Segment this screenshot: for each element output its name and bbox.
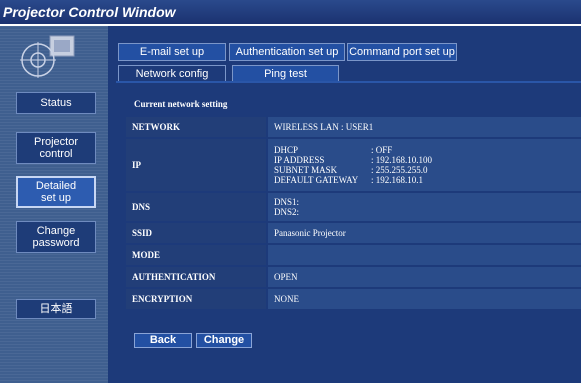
table-row-mode: MODE [126,245,581,265]
change-password-button[interactable]: Change password [16,221,96,253]
dns2-line: DNS2: [274,207,300,217]
japanese-language-button[interactable]: 日本語 [16,299,96,319]
network-value: WIRELESS LAN : USER1 [266,117,581,137]
dns-label: DNS [126,193,266,221]
ssid-value: Panasonic Projector [266,223,581,243]
default-gateway-entry: DEFAULT GATEWAY : 192.168.10.1 [274,175,575,185]
table-row-encryption: ENCRYPTION NONE [126,289,581,309]
japanese-language-label: 日本語 [39,303,73,315]
back-button[interactable]: Back [134,333,192,348]
sidebar: Status Projector control Detailed set up… [0,26,108,383]
network-label: NETWORK [126,117,266,137]
table-row-network: NETWORK WIRELESS LAN : USER1 [126,117,581,137]
ip-value: DHCP : OFF IP ADDRESS : 192.168.10.100 S… [266,139,581,191]
projector-control-label-line2: control [39,148,73,160]
table-row-authentication: AUTHENTICATION OPEN [126,267,581,287]
network-settings-table: NETWORK WIRELESS LAN : USER1 IP DHCP : O… [126,115,581,311]
status-button[interactable]: Status [16,92,96,114]
mode-label: MODE [126,245,266,265]
detailed-setup-label-line2: set up [41,192,71,204]
projector-control-label-line1: Projector [33,136,79,148]
change-password-label-line2: password [32,237,80,249]
authentication-label: AUTHENTICATION [126,267,266,287]
encryption-value: NONE [266,289,581,309]
ip-address-key: IP ADDRESS [274,155,325,165]
window-title: Projector Control Window [0,0,581,24]
dns-value: DNS1: DNS2: [266,193,581,221]
default-gateway-value: : 192.168.10.1 [371,175,424,185]
table-row-ssid: SSID Panasonic Projector [126,223,581,243]
dns1-line: DNS1: [274,197,300,207]
change-password-label-line1: Change [36,225,76,237]
tab-underline [116,81,581,83]
projector-control-button[interactable]: Projector control [16,132,96,164]
authentication-value: OPEN [266,267,581,287]
subnet-mask-value: : 255.255.255.0 [371,165,428,175]
dhcp-key: DHCP [274,145,299,155]
dhcp-value: : OFF [371,145,393,155]
table-row-ip: IP DHCP : OFF IP ADDRESS : 192.168.10.10… [126,139,581,191]
section-title: Current network setting [134,99,228,109]
subnet-mask-entry: SUBNET MASK : 255.255.255.0 [274,165,575,175]
subnet-mask-key: SUBNET MASK [274,165,338,175]
tab-command-port-setup[interactable]: Command port set up [347,43,457,61]
encryption-label: ENCRYPTION [126,289,266,309]
projector-logo-icon [20,35,75,78]
ip-label: IP [126,139,266,191]
dhcp-entry: DHCP : OFF [274,145,575,155]
tab-authentication-setup[interactable]: Authentication set up [229,43,345,61]
default-gateway-key: DEFAULT GATEWAY [274,175,359,185]
status-label: Status [40,97,72,109]
ssid-label: SSID [126,223,266,243]
change-button[interactable]: Change [196,333,252,348]
main-panel: E-mail set up Authentication set up Comm… [108,26,581,383]
detailed-setup-button[interactable]: Detailed set up [16,176,96,208]
mode-value [266,245,581,265]
table-row-dns: DNS DNS1: DNS2: [126,193,581,221]
detailed-setup-label-line1: Detailed [35,180,77,192]
ip-address-value: : 192.168.10.100 [371,155,433,165]
tab-email-setup[interactable]: E-mail set up [118,43,226,61]
ip-address-entry: IP ADDRESS : 192.168.10.100 [274,155,575,165]
